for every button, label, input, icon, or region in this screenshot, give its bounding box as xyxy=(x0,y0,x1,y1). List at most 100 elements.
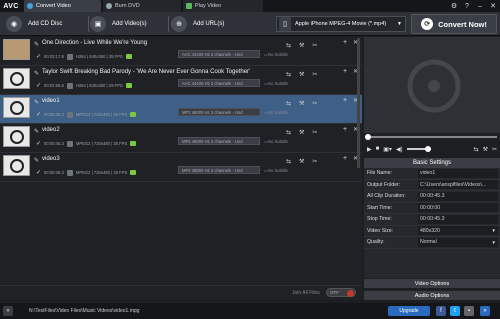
seek-bar[interactable] xyxy=(364,133,500,141)
convert-now-button[interactable]: ⟳ Convert Now! xyxy=(411,14,497,34)
subtitle-select[interactable]: ▭ No Subtitle xyxy=(264,166,288,174)
audio-track-select[interactable]: MP2 48000 Hz 2 channels - Und xyxy=(178,137,260,145)
play-icon[interactable]: ▶ xyxy=(367,146,372,153)
list-item[interactable]: ✎ Taylor Swift Breaking Bad Parody - 'We… xyxy=(0,66,362,95)
file-name-field[interactable]: video1 xyxy=(418,168,498,178)
list-item[interactable]: ✎ video1 ✓ 00:00:45.3 MPEG2 | 720x480 | 30… xyxy=(0,95,362,124)
output-profile-select[interactable]: ▯ Apple iPhone MPEG-4 Movie (*.mp4) ▼ xyxy=(276,16,406,32)
join-files-toggle[interactable]: OFF xyxy=(326,288,356,297)
subtitle-select[interactable]: ▭ No Subtitle xyxy=(264,108,288,116)
audio-icon xyxy=(130,112,137,117)
effect-icon[interactable]: ⚒ xyxy=(299,100,304,107)
video-icon xyxy=(66,169,73,176)
add-icon[interactable]: + xyxy=(343,126,347,133)
player-controls: ▶ ■ ▣▾ ◀) ⇆ ⚒ ✂ xyxy=(364,141,500,157)
subtitle-select[interactable]: ▭ No Subtitle xyxy=(264,137,288,145)
gear-icon[interactable]: ⚙ xyxy=(449,1,459,11)
add-cd-button[interactable]: ◉ Add CD Disc xyxy=(6,14,62,33)
video-preview xyxy=(364,37,500,133)
tab-play-video[interactable]: Play Video xyxy=(183,0,263,12)
add-videos-button[interactable]: ▣ Add Video(s) xyxy=(90,14,147,33)
stop-time-field[interactable]: 00:00:45.3 xyxy=(418,214,498,224)
globe-icon: ⊕ xyxy=(171,15,187,32)
cut-icon[interactable]: ✂ xyxy=(312,42,317,49)
audio-icon xyxy=(130,170,137,175)
share-icon[interactable]: ▪ xyxy=(464,306,474,316)
film-reel-icon xyxy=(407,59,461,113)
minimize-icon[interactable]: – xyxy=(475,1,485,11)
video-thumbnail xyxy=(3,126,30,147)
cut-icon[interactable]: ✂ xyxy=(492,146,497,153)
subtitle-select[interactable]: ▭ No Subtitle xyxy=(264,50,288,58)
edit-icon[interactable]: ✎ xyxy=(34,99,39,106)
facebook-icon[interactable]: f xyxy=(436,306,446,316)
crop-icon[interactable]: ⇆ xyxy=(286,42,291,49)
cut-icon[interactable]: ✂ xyxy=(312,158,317,165)
close-icon[interactable]: ✕ xyxy=(488,1,498,11)
snapshot-icon[interactable]: ▣▾ xyxy=(383,146,392,153)
audio-options-button[interactable]: Audio Options xyxy=(364,290,500,300)
effect-icon[interactable]: ⚒ xyxy=(299,42,304,49)
audio-track-select[interactable]: AAC 44100 Hz 2 channels - Und xyxy=(178,50,260,58)
audio-track-select[interactable]: AAC 44100 Hz 2 channels - Und xyxy=(178,79,260,87)
edit-icon[interactable]: ✎ xyxy=(34,70,39,77)
volume-icon[interactable]: ◀) xyxy=(396,146,403,153)
phone-icon: ▯ xyxy=(279,17,291,31)
twitter-icon[interactable]: t xyxy=(450,306,460,316)
video-options-button[interactable]: Video Options xyxy=(364,278,500,288)
list-item[interactable]: ✎ video2 ✓ 00:00:45.3 MPEG2 | 720x480 | 30… xyxy=(0,124,362,153)
add-icon[interactable]: + xyxy=(343,39,347,46)
output-folder-field[interactable]: C:\Users\ansplfiles\Videos\... xyxy=(418,180,498,190)
crop-icon[interactable]: ⇆ xyxy=(286,129,291,136)
checkbox[interactable]: ✓ xyxy=(36,82,41,89)
audio-icon xyxy=(125,54,132,59)
effect-icon[interactable]: ⚒ xyxy=(299,158,304,165)
checkbox[interactable]: ✓ xyxy=(36,169,41,176)
list-scrollbar[interactable] xyxy=(357,38,360,168)
add-urls-button[interactable]: ⊕ Add URL(s) xyxy=(171,14,224,33)
help-icon[interactable]: ? xyxy=(462,1,472,11)
start-time-field[interactable]: 00:00:00 xyxy=(418,203,498,213)
cut-icon[interactable]: ✂ xyxy=(312,129,317,136)
video-thumbnail xyxy=(3,155,30,176)
add-icon[interactable]: + xyxy=(343,155,347,162)
tab-convert-video[interactable]: Convert Video xyxy=(24,0,101,12)
audio-track-select[interactable]: MP2 48000 Hz 2 channels - Und xyxy=(178,166,260,174)
add-icon[interactable]: + xyxy=(343,97,347,104)
audio-track-select[interactable]: MP2 48000 Hz 2 channels - Und xyxy=(178,108,260,116)
crop-icon[interactable]: ⇆ xyxy=(286,100,291,107)
effect-icon[interactable]: ⚒ xyxy=(299,71,304,78)
seek-handle[interactable] xyxy=(365,134,371,140)
tab-burn-dvd[interactable]: Burn DVD xyxy=(103,0,181,12)
video-icon xyxy=(66,111,73,118)
crop-icon[interactable]: ⇆ xyxy=(474,146,479,153)
list-item[interactable]: ✎ One Direction - Live While We're Young… xyxy=(0,37,362,66)
checkbox[interactable]: ✓ xyxy=(36,111,41,118)
cut-icon[interactable]: ✂ xyxy=(312,100,317,107)
list-item[interactable]: ✎ video3 ✓ 00:00:45.3 MPEG2 | 720x480 | 30… xyxy=(0,153,362,182)
chevron-down-icon: ▼ xyxy=(491,228,496,234)
audio-icon xyxy=(130,141,137,146)
effect-icon[interactable]: ⚒ xyxy=(299,129,304,136)
video-thumbnail xyxy=(3,97,30,118)
collapse-icon[interactable]: « xyxy=(3,306,13,316)
cut-icon[interactable]: ✂ xyxy=(312,71,317,78)
checkbox[interactable]: ✓ xyxy=(36,53,41,60)
forward-icon[interactable]: » xyxy=(480,306,490,316)
quality-select[interactable]: Normal ▼ xyxy=(418,237,498,247)
edit-icon[interactable]: ✎ xyxy=(34,41,39,48)
subtitle-select[interactable]: ▭ No Subtitle xyxy=(264,79,288,87)
add-icon[interactable]: + xyxy=(343,68,347,75)
volume-handle[interactable] xyxy=(424,146,431,152)
upgrade-button[interactable]: Upgrade xyxy=(388,306,430,316)
edit-icon[interactable]: ✎ xyxy=(34,157,39,164)
edit-icon[interactable]: ✎ xyxy=(34,128,39,135)
video-size-select[interactable]: 480x320 ▼ xyxy=(418,226,498,236)
effect-icon[interactable]: ⚒ xyxy=(483,146,488,153)
crop-icon[interactable]: ⇆ xyxy=(286,71,291,78)
crop-icon[interactable]: ⇆ xyxy=(286,158,291,165)
film-icon: ▣ xyxy=(90,15,106,32)
volume-slider[interactable] xyxy=(406,146,431,152)
stop-icon[interactable]: ■ xyxy=(376,146,380,152)
checkbox[interactable]: ✓ xyxy=(36,140,41,147)
